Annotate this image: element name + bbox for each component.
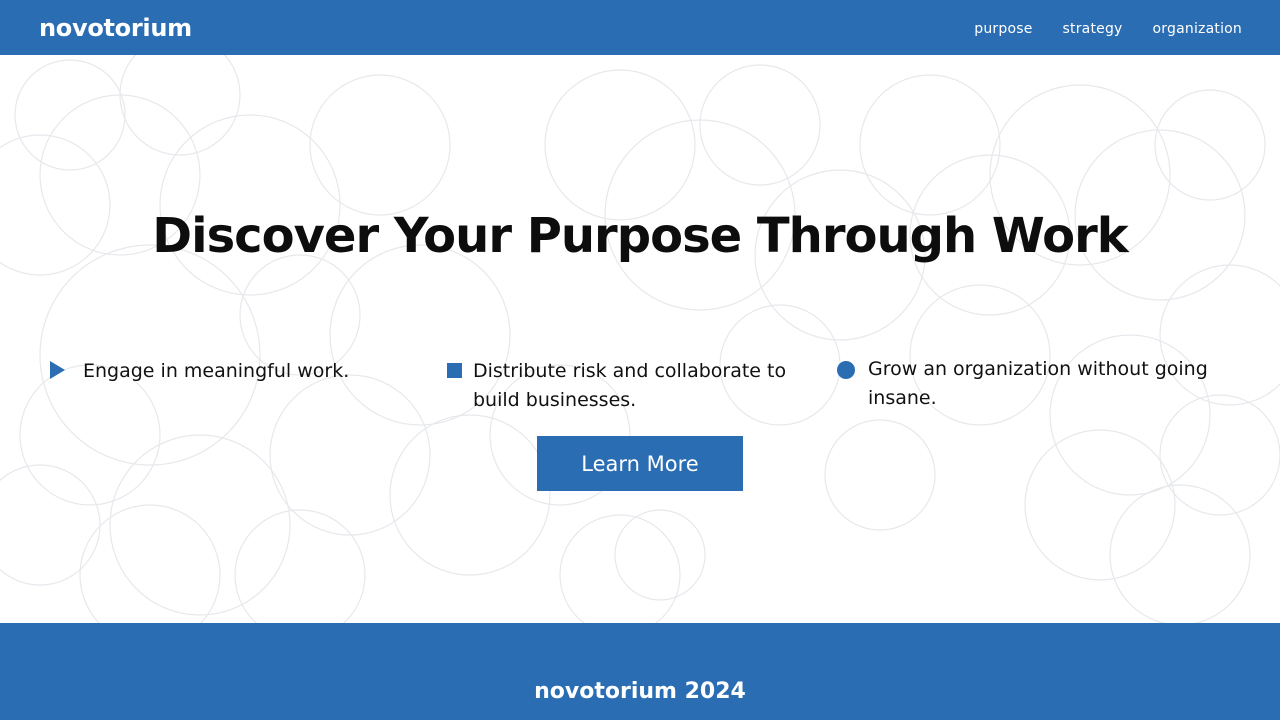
circle-icon (837, 361, 855, 379)
feature-item: Grow an organization without going insan… (836, 355, 1216, 413)
hero-headline: Discover Your Purpose Through Work (152, 208, 1128, 264)
site-header: novotorium purpose strategy organization (0, 0, 1280, 55)
feature-text: Grow an organization without going insan… (868, 358, 1208, 409)
feature-text: Engage in meaningful work. (83, 360, 350, 382)
nav-purpose[interactable]: purpose (974, 21, 1032, 37)
feature-item: Distribute risk and collaborate to build… (445, 357, 825, 415)
feature-item: Engage in meaningful work. (50, 357, 430, 386)
feature-text: Distribute risk and collaborate to build… (473, 360, 787, 411)
learn-more-button[interactable]: Learn More (537, 436, 743, 491)
site-footer: novotorium 2024 (0, 623, 1280, 720)
decorative-circles-background (0, 55, 1280, 623)
nav-organization[interactable]: organization (1153, 21, 1242, 37)
main-nav: purpose strategy organization (974, 21, 1242, 37)
triangle-icon (50, 361, 65, 379)
footer-copyright: novotorium 2024 (534, 679, 746, 704)
nav-strategy[interactable]: strategy (1063, 21, 1123, 37)
square-icon (447, 363, 462, 378)
hero-section: Discover Your Purpose Through Work Engag… (0, 55, 1280, 623)
brand-logo[interactable]: novotorium (39, 14, 192, 42)
